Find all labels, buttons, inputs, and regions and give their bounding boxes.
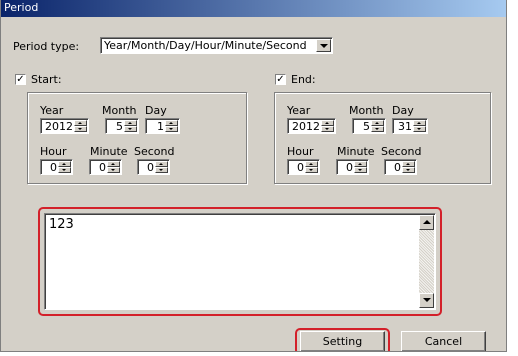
start-year-label: Year [40, 104, 64, 117]
start-label: Start: [31, 73, 62, 86]
start-hour-spinner[interactable]: 0 [40, 159, 73, 175]
spin-down-icon[interactable] [413, 126, 426, 132]
spin-down-icon[interactable] [107, 167, 120, 173]
start-month-label: Month [102, 104, 137, 117]
period-type-label: Period type: [13, 40, 80, 53]
end-year-label: Year [287, 104, 311, 117]
spin-down-icon[interactable] [354, 167, 367, 173]
cancel-button[interactable]: Cancel [401, 331, 486, 351]
start-hour-label: Hour [40, 145, 67, 158]
end-day-value: 31 [398, 120, 412, 133]
start-minute-label: Minute [90, 145, 128, 158]
start-year-spinner[interactable]: 2012 [40, 118, 89, 134]
spin-down-icon[interactable] [155, 167, 168, 173]
end-label: End: [291, 73, 316, 86]
period-type-value: Year/Month/Day/Hour/Minute/Second [104, 39, 307, 52]
end-second-value: 0 [394, 161, 401, 174]
end-group: Year Month Day 2012 5 31 Hour Minute Sec… [274, 92, 491, 184]
end-second-spinner[interactable]: 0 [384, 159, 417, 175]
title-bar[interactable]: Period [1, 0, 506, 17]
chevron-down-icon[interactable] [316, 39, 331, 52]
scroll-up-icon[interactable] [419, 215, 434, 230]
end-hour-label: Hour [287, 145, 314, 158]
result-text: 123 [49, 217, 74, 232]
start-second-value: 0 [147, 161, 154, 174]
end-day-label: Day [392, 104, 414, 117]
window-title: Period [4, 1, 39, 14]
spin-down-icon[interactable] [124, 126, 137, 132]
end-second-label: Second [381, 145, 422, 158]
end-year-value: 2012 [292, 120, 320, 133]
end-year-spinner[interactable]: 2012 [287, 118, 336, 134]
spin-down-icon[interactable] [321, 126, 334, 132]
end-month-spinner[interactable]: 5 [352, 118, 386, 134]
end-minute-value: 0 [346, 161, 353, 174]
start-day-value: 1 [157, 120, 164, 133]
start-second-label: Second [134, 145, 175, 158]
vertical-scrollbar[interactable] [419, 215, 434, 308]
end-checkbox[interactable]: ✓ [275, 74, 286, 85]
setting-button[interactable]: Setting [300, 331, 385, 351]
start-day-label: Day [145, 104, 167, 117]
spin-down-icon[interactable] [74, 126, 87, 132]
end-minute-spinner[interactable]: 0 [336, 159, 369, 175]
scroll-down-icon[interactable] [419, 293, 434, 308]
spin-down-icon[interactable] [58, 167, 71, 173]
end-month-value: 5 [363, 120, 370, 133]
start-month-spinner[interactable]: 5 [105, 118, 139, 134]
start-day-spinner[interactable]: 1 [145, 118, 180, 134]
period-type-select[interactable]: Year/Month/Day/Hour/Minute/Second [100, 37, 333, 54]
start-month-value: 5 [116, 120, 123, 133]
spin-down-icon[interactable] [165, 126, 178, 132]
spin-down-icon[interactable] [305, 167, 318, 173]
start-checkbox[interactable]: ✓ [15, 74, 26, 85]
end-day-spinner[interactable]: 31 [392, 118, 428, 134]
spin-down-icon[interactable] [402, 167, 415, 173]
end-hour-spinner[interactable]: 0 [287, 159, 320, 175]
start-group: Year Month Day 2012 5 1 Hour Minute Seco… [27, 92, 247, 184]
start-hour-value: 0 [50, 161, 57, 174]
start-year-value: 2012 [45, 120, 73, 133]
result-textarea[interactable]: 123 [44, 213, 436, 310]
spin-down-icon[interactable] [371, 126, 384, 132]
start-second-spinner[interactable]: 0 [137, 159, 170, 175]
period-dialog: Period Period type: Year/Month/Day/Hour/… [0, 0, 507, 352]
end-minute-label: Minute [337, 145, 375, 158]
start-minute-value: 0 [99, 161, 106, 174]
end-hour-value: 0 [297, 161, 304, 174]
end-month-label: Month [349, 104, 384, 117]
start-minute-spinner[interactable]: 0 [89, 159, 122, 175]
